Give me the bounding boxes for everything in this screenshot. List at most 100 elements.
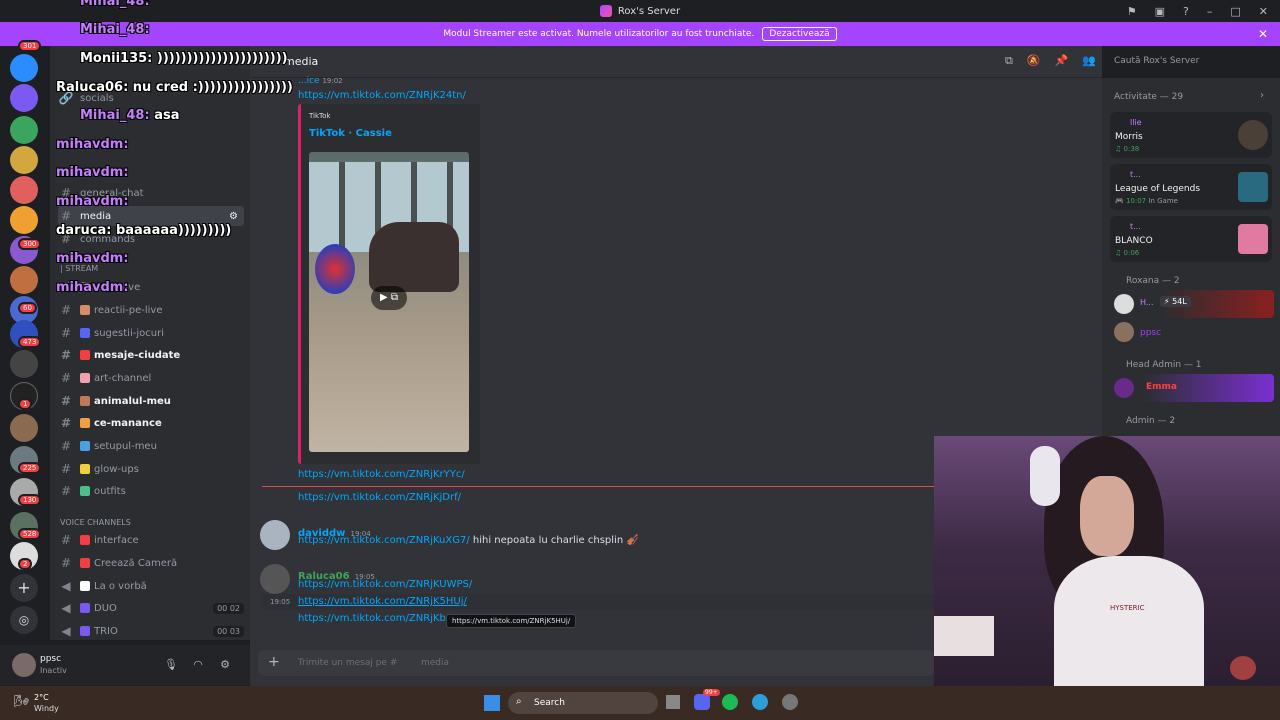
- author-name[interactable]: ...ice: [298, 76, 320, 86]
- server-icon[interactable]: [10, 266, 38, 294]
- voice-channel-duo[interactable]: ◀ DUO 00 02: [58, 598, 244, 618]
- server-icon[interactable]: [10, 54, 38, 82]
- add-attachment-icon[interactable]: +: [268, 654, 280, 670]
- message-link[interactable]: https://vm.tiktok.com/ZNRjKUWPS/: [298, 579, 472, 590]
- hash-icon: #: [60, 209, 72, 223]
- role-header-head-admin: Head Admin — 1: [1126, 360, 1202, 370]
- add-server-icon[interactable]: +: [10, 574, 38, 602]
- minimize-button[interactable]: –: [1207, 5, 1213, 18]
- ball: [315, 244, 355, 294]
- overlay-message: Monii135: )))))))))))))))))))))): [80, 51, 288, 66]
- close-window-button[interactable]: ✕: [1259, 5, 1268, 18]
- speaker-icon: ◀: [61, 601, 71, 615]
- channel-art-channel[interactable]: # art-channel: [58, 368, 244, 388]
- inbox-icon[interactable]: ▣: [1155, 5, 1165, 18]
- server-icon[interactable]: [10, 84, 38, 112]
- help-icon[interactable]: ?: [1183, 5, 1189, 18]
- member-row[interactable]: H... ⚡ 54L: [1108, 290, 1274, 318]
- disable-streamer-button[interactable]: Dezactivează: [762, 27, 837, 41]
- message-link[interactable]: https://vm.tiktok.com/ZNRjKrYYc/: [298, 469, 465, 480]
- server-icon[interactable]: [10, 206, 38, 234]
- microphone-icon[interactable]: 🎙: [164, 658, 178, 672]
- server-icon[interactable]: [10, 176, 38, 204]
- avatar[interactable]: [1114, 322, 1134, 342]
- pin-icon[interactable]: 📌: [1055, 54, 1069, 68]
- channel-emoji-icon: [80, 486, 90, 496]
- settings-icon[interactable]: ⚙: [229, 211, 238, 222]
- header-tools: ⧉ 🔕 📌 👥: [1005, 54, 1096, 68]
- app-icon[interactable]: [782, 694, 798, 710]
- message-link[interactable]: https://vm.tiktok.com/ZNRjK5HUj/: [298, 596, 467, 607]
- category-voice[interactable]: VOICE CHANNELS: [60, 518, 131, 527]
- voice-channel-interface[interactable]: # interface: [58, 530, 244, 550]
- member-row[interactable]: Emma: [1108, 374, 1274, 402]
- message-link[interactable]: https://vm.tiktok.com/ZNRjKb: [298, 613, 446, 624]
- channel-ce-manance[interactable]: # ce-manance: [58, 413, 244, 433]
- weather-desc[interactable]: Windy: [34, 704, 59, 713]
- weather-temp[interactable]: 2°C: [34, 693, 49, 702]
- activity-card[interactable]: t... League of Legends 🎮 10:07 In Game: [1110, 164, 1272, 210]
- threads-icon[interactable]: ⧉: [1005, 54, 1013, 68]
- members-icon[interactable]: 👥: [1082, 54, 1096, 68]
- activity-card[interactable]: llie Morris ♫ 0:38: [1110, 112, 1272, 158]
- maximize-button[interactable]: □: [1230, 5, 1240, 18]
- taskbar-search[interactable]: ⌕ Search: [508, 692, 658, 714]
- discord-icon[interactable]: [694, 694, 710, 710]
- mention-badge: 300: [18, 238, 42, 250]
- voice-channel-trio[interactable]: ◀ TRIO 00 03: [58, 621, 244, 641]
- flag-icon[interactable]: ⚑: [1127, 5, 1137, 18]
- server-icon[interactable]: [10, 116, 38, 144]
- member-name[interactable]: ppsc: [1140, 328, 1161, 338]
- overlay-name: mihavdm:: [56, 194, 129, 209]
- overlay-message: daruca: baaaaaa))))))))): [56, 223, 231, 238]
- channel-outfits[interactable]: # outfits: [58, 481, 244, 501]
- explore-icon[interactable]: ◎: [10, 606, 38, 634]
- headphones-icon[interactable]: ◠: [191, 658, 205, 672]
- search-input[interactable]: Caută Rox's Server: [1108, 52, 1272, 72]
- server-icon[interactable]: [10, 350, 38, 378]
- server-list: 301 300 60 473 1 225 130 528 2 + ◎: [0, 40, 50, 686]
- channel-emoji-icon: [80, 418, 90, 428]
- webcam-shirt: [1054, 556, 1204, 686]
- message-link[interactable]: https://vm.tiktok.com/ZNRjKjDrf/: [298, 492, 461, 503]
- close-banner-icon[interactable]: ✕: [1258, 27, 1268, 41]
- overlay-name: mihavdm:: [56, 165, 129, 180]
- embed-title[interactable]: TikTok · Cassie: [309, 128, 392, 139]
- channel-label: outfits: [94, 485, 126, 497]
- message-link[interactable]: https://vm.tiktok.com/ZNRjK24tn/: [298, 90, 466, 101]
- message-input[interactable]: + Trimite un mesaj pe # media: [258, 650, 934, 676]
- chevron-right-icon[interactable]: ›: [1260, 90, 1264, 101]
- channel-glow-ups[interactable]: # glow-ups: [58, 459, 244, 479]
- overlay-message: mihavdm:: [56, 137, 129, 152]
- channel-mesaje-ciudate[interactable]: # mesaje-ciudate: [58, 345, 244, 365]
- channel-animalul-meu[interactable]: # animalul-meu: [58, 391, 244, 411]
- avatar[interactable]: [12, 653, 36, 677]
- embed-video-thumbnail[interactable]: ▶ ⧉: [309, 152, 469, 452]
- message-author[interactable]: ...ice 19:02: [298, 76, 343, 86]
- activity-header: Activitate — 29: [1114, 92, 1184, 102]
- channel-title: media: [284, 55, 319, 68]
- channel-setupul-meu[interactable]: # setupul-meu: [58, 436, 244, 456]
- channel-emoji-icon: [80, 581, 90, 591]
- voice-channel-creeaza-camera[interactable]: # Creează Cameră: [58, 553, 244, 573]
- voice-channel-la-o-vorba[interactable]: ◀ La o vorbă: [58, 576, 244, 596]
- new-messages-divider: [262, 486, 934, 487]
- channel-label: setupul-meu: [94, 440, 157, 452]
- channel-sugestii-jocuri[interactable]: # sugestii-jocuri: [58, 323, 244, 343]
- server-icon[interactable]: [10, 146, 38, 174]
- avatar[interactable]: [260, 564, 290, 594]
- play-button[interactable]: ▶ ⧉: [371, 286, 407, 310]
- avatar[interactable]: [260, 520, 290, 550]
- channel-reactii-pe-live[interactable]: # reactii-pe-live: [58, 300, 244, 320]
- edge-icon[interactable]: [752, 694, 768, 710]
- channel-label: media: [80, 210, 112, 222]
- server-icon[interactable]: [10, 414, 38, 442]
- settings-icon[interactable]: ⚙: [218, 658, 232, 672]
- channel-label: TRIO: [94, 625, 118, 637]
- task-view-icon[interactable]: [666, 695, 680, 709]
- activity-card[interactable]: t... BLANCO ♫ 0:06: [1110, 216, 1272, 262]
- mute-icon[interactable]: 🔕: [1027, 54, 1041, 68]
- spotify-icon[interactable]: [722, 694, 738, 710]
- message-link[interactable]: https://vm.tiktok.com/ZNRjKuXG7/: [298, 535, 470, 546]
- start-icon[interactable]: [484, 695, 500, 711]
